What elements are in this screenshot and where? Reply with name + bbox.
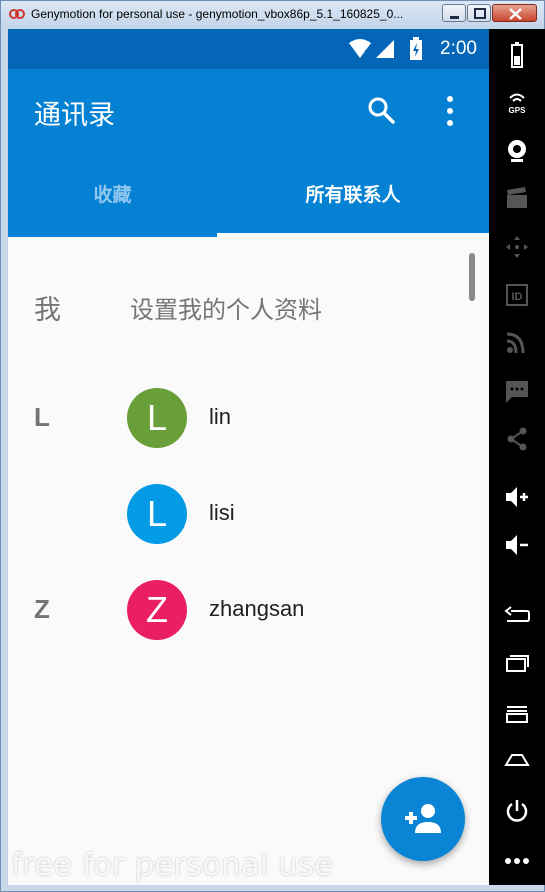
volume-up-icon[interactable] <box>501 481 533 513</box>
webcam-icon[interactable] <box>501 135 533 167</box>
minimize-button[interactable] <box>442 4 466 22</box>
me-section-letter: 我 <box>34 295 61 326</box>
window-title: Genymotion for personal use - genymotion… <box>31 7 404 21</box>
power-icon[interactable] <box>501 795 533 827</box>
tab-all-contacts[interactable]: 所有联系人 <box>217 169 489 233</box>
back-icon[interactable] <box>501 599 533 631</box>
volume-down-icon[interactable] <box>501 529 533 561</box>
status-bar: 2:00 <box>8 29 489 69</box>
more-icon[interactable] <box>501 845 533 877</box>
my-profile-row[interactable]: 我 设置我的个人资料 <box>8 274 489 344</box>
sms-icon[interactable] <box>501 375 533 407</box>
add-contact-button[interactable] <box>381 777 465 861</box>
contact-name: zhangsan <box>209 596 305 621</box>
svg-text:ID: ID <box>512 291 523 303</box>
maximize-icon <box>474 8 486 19</box>
dpad-icon[interactable] <box>501 231 533 263</box>
add-person-icon <box>405 804 441 833</box>
home-icon[interactable] <box>501 743 533 775</box>
gps-icon[interactable]: GPS <box>501 87 533 119</box>
contact-name: lin <box>209 404 232 429</box>
share-icon[interactable] <box>501 423 533 455</box>
menu-icon[interactable] <box>501 695 533 727</box>
set-up-profile-label: 设置我的个人资料 <box>130 296 322 324</box>
watermark-text: free for personal use <box>11 847 334 883</box>
close-icon <box>509 8 522 20</box>
avatar: L <box>127 388 187 448</box>
avatar: L <box>127 484 187 544</box>
contact-name: lisi <box>209 500 235 525</box>
section-letter: L <box>34 402 50 432</box>
rss-icon[interactable] <box>501 327 533 359</box>
recent-apps-icon[interactable] <box>501 647 533 679</box>
cell-signal-icon <box>376 40 394 58</box>
window-titlebar[interactable]: Genymotion for personal use - genymotion… <box>1 1 544 29</box>
tab-indicator <box>217 233 489 237</box>
close-button[interactable] <box>492 4 537 22</box>
app-window: Genymotion for personal use - genymotion… <box>0 0 545 892</box>
search-icon[interactable] <box>366 95 396 125</box>
more-options-icon[interactable] <box>440 93 460 129</box>
battery-icon[interactable] <box>501 39 533 71</box>
avatar: Z <box>127 580 187 640</box>
genymotion-sidebar: GPS ID <box>489 29 545 885</box>
svg-text:GPS: GPS <box>509 106 527 115</box>
status-time: 2:00 <box>440 38 477 59</box>
section-letter: Z <box>34 594 50 624</box>
tab-favorites[interactable]: 收藏 <box>8 169 217 233</box>
list-item[interactable]: L lisi <box>8 470 489 566</box>
list-item[interactable]: Z Z zhangsan <box>8 566 489 662</box>
page-title: 通讯录 <box>34 100 115 131</box>
minimize-icon <box>450 16 459 19</box>
movie-icon[interactable] <box>501 183 533 215</box>
wifi-icon <box>349 39 371 58</box>
battery-charging-icon <box>410 37 422 60</box>
maximize-button[interactable] <box>467 4 491 22</box>
device-screen: 2:00 通讯录 收藏 所有联系人 我 设置我的个人资料 L L lin L l… <box>8 29 489 885</box>
genymotion-logo-icon <box>9 9 25 19</box>
list-item[interactable]: L L lin <box>8 374 489 470</box>
app-bar: 通讯录 收藏 所有联系人 <box>8 69 489 237</box>
id-icon[interactable]: ID <box>501 279 533 311</box>
